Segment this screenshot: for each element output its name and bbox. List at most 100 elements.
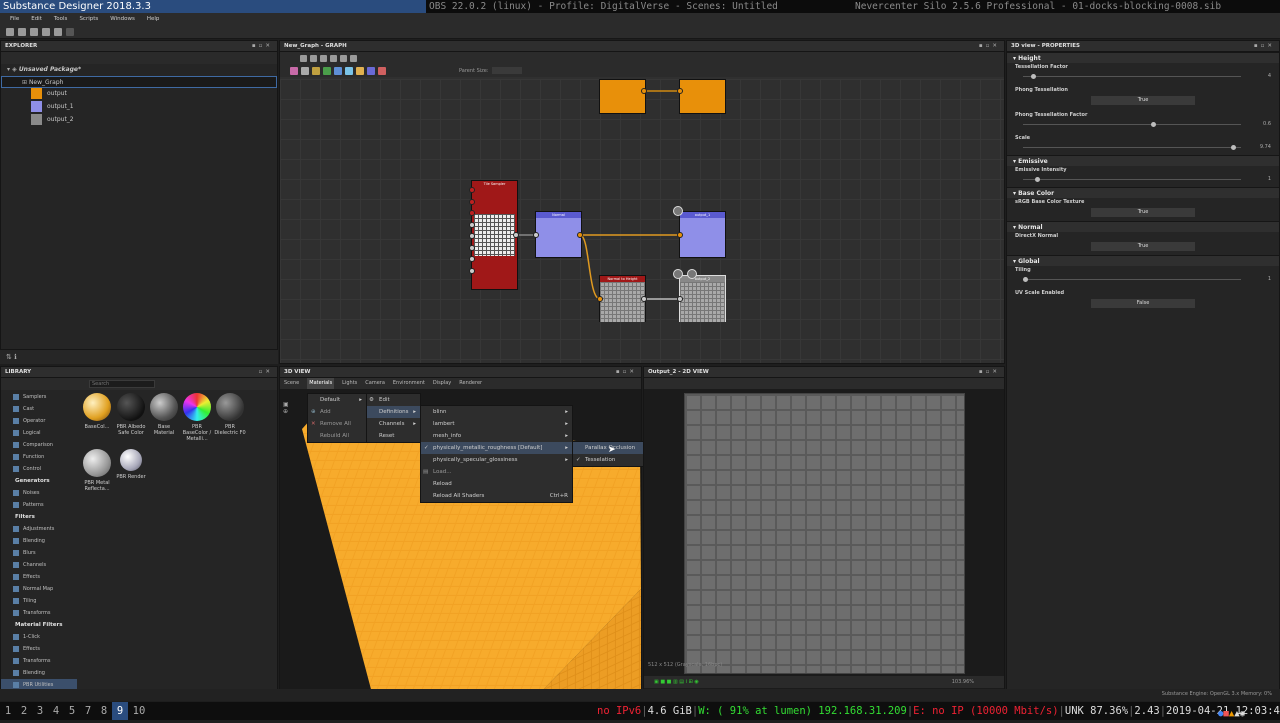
directx-value[interactable]: True: [1091, 242, 1195, 251]
workspace-7[interactable]: 7: [80, 702, 96, 720]
tab-camera[interactable]: Camera: [365, 378, 385, 389]
tray-icons[interactable]: ●■▲▲◉: [1218, 705, 1245, 723]
warp-node-icon[interactable]: [378, 66, 386, 75]
graph-row[interactable]: ⊞ New_Graph: [1, 76, 277, 88]
pin[interactable]: [469, 199, 475, 205]
menu-edit[interactable]: Edit: [31, 13, 42, 25]
frame-tool-icon[interactable]: [330, 54, 337, 62]
info-icon[interactable]: ℹ: [14, 353, 17, 361]
lib-category[interactable]: Normal Map: [1, 583, 77, 595]
srgb-value[interactable]: True: [1091, 208, 1195, 217]
material-item[interactable]: PBR BaseColor / Metalli...: [181, 393, 213, 442]
menu-reset[interactable]: Reset: [367, 430, 420, 442]
pan-tool-icon[interactable]: [310, 54, 317, 62]
menu-tesselation[interactable]: ✓ Tesselation: [573, 454, 649, 466]
menu-definitions[interactable]: Definitions ▸: [367, 406, 420, 418]
tab-renderer[interactable]: Renderer: [459, 378, 482, 389]
pin[interactable]: [469, 222, 475, 228]
pin[interactable]: [577, 232, 583, 238]
align-tool-icon[interactable]: [340, 54, 347, 62]
save-all-icon[interactable]: [42, 27, 50, 36]
material-item[interactable]: PBR Dielectric F0: [214, 393, 246, 436]
workspace-2[interactable]: 2: [16, 702, 32, 720]
menu-metallic-roughness[interactable]: ✓ physically_metallic_roughness [Default]…: [421, 442, 572, 454]
menu-scripts[interactable]: Scripts: [79, 13, 98, 25]
material-item[interactable]: BaseCol...: [81, 393, 113, 430]
menu-add[interactable]: ⊕ Add: [308, 406, 366, 418]
lib-category[interactable]: Effects: [1, 571, 77, 583]
lib-header-filters[interactable]: Filters: [1, 511, 77, 523]
graph-canvas[interactable]: Tile Sampler Normal output_1 Normal to H…: [280, 79, 1004, 363]
undo-icon[interactable]: [54, 27, 62, 36]
menu-windows[interactable]: Windows: [110, 13, 135, 25]
tab-lights[interactable]: Lights: [342, 378, 357, 389]
output-1-node[interactable]: output_1: [679, 211, 726, 258]
material-item[interactable]: PBR Albedo Safe Color: [115, 393, 147, 436]
gradient-node-icon[interactable]: [356, 66, 364, 75]
comment-tool-icon[interactable]: [350, 54, 357, 62]
workspace-8[interactable]: 8: [96, 702, 112, 720]
open-package-icon[interactable]: [18, 27, 26, 36]
texture-preview[interactable]: [684, 393, 965, 674]
menu-channels[interactable]: Channels ▸: [367, 418, 420, 430]
orange-output-node[interactable]: [599, 79, 646, 114]
pin[interactable]: [597, 296, 603, 302]
tab-materials[interactable]: Materials: [307, 378, 335, 389]
lib-header-generators[interactable]: Generators: [1, 475, 77, 487]
menu-lambert[interactable]: lambert ▸: [421, 418, 572, 430]
section-normal[interactable]: ▾ Normal: [1007, 221, 1279, 232]
lib-category[interactable]: Control: [1, 463, 77, 475]
menu-specular-glossiness[interactable]: physically_specular_glossiness ▸: [421, 454, 572, 466]
lib-category[interactable]: Logical: [1, 427, 77, 439]
blend-node-icon[interactable]: [312, 66, 320, 75]
properties-controls[interactable]: ▪▫✕: [1254, 41, 1275, 52]
pin[interactable]: [469, 268, 475, 274]
tessellation-factor-slider[interactable]: 4: [1015, 72, 1271, 82]
menu-file[interactable]: File: [10, 13, 19, 25]
tile-sampler-node[interactable]: Tile Sampler: [471, 180, 518, 290]
output-row-0[interactable]: output: [1, 88, 277, 101]
pin[interactable]: [677, 88, 683, 94]
levels-node-icon[interactable]: [323, 66, 331, 75]
workspace-4[interactable]: 4: [48, 702, 64, 720]
menu-help[interactable]: Help: [147, 13, 160, 25]
tab-display[interactable]: Display: [433, 378, 451, 389]
output-row-2[interactable]: output_2: [1, 114, 277, 127]
view3d-controls[interactable]: ▪▫✕: [616, 367, 637, 378]
emissive-intensity-slider[interactable]: 1: [1015, 175, 1271, 185]
menu-reload[interactable]: Reload: [421, 478, 572, 490]
workspace-1[interactable]: 1: [0, 702, 16, 720]
workspace-9[interactable]: 9: [112, 702, 128, 720]
pin[interactable]: [533, 232, 539, 238]
section-global[interactable]: ▾ Global: [1007, 255, 1279, 266]
lib-category[interactable]: Transforms: [1, 607, 77, 619]
save-icon[interactable]: [30, 27, 38, 36]
uniform-node-icon[interactable]: [367, 66, 375, 75]
output-row-1[interactable]: output_1: [1, 101, 277, 114]
material-item[interactable]: Base Material: [148, 393, 180, 436]
pin[interactable]: [641, 88, 647, 94]
menu-reload-all[interactable]: Reload All Shaders Ctrl+R: [421, 490, 572, 502]
phong-factor-slider[interactable]: 0.6: [1015, 120, 1271, 130]
pin[interactable]: [513, 232, 519, 238]
lib-category[interactable]: Patterns: [1, 499, 77, 511]
pin[interactable]: [469, 210, 475, 216]
uv-scale-value[interactable]: False: [1091, 299, 1195, 308]
workspace-10[interactable]: 10: [128, 702, 150, 720]
library-controls[interactable]: ▫✕: [259, 367, 273, 378]
pin[interactable]: [641, 296, 647, 302]
tab-environment[interactable]: Environment: [393, 378, 425, 389]
menu-remove-all[interactable]: ✕ Remove All: [308, 418, 366, 430]
scale-slider[interactable]: 9.74: [1015, 143, 1271, 153]
pin[interactable]: [469, 233, 475, 239]
lib-category[interactable]: Tiling: [1, 595, 77, 607]
select-tool-icon[interactable]: [300, 54, 307, 62]
lib-category[interactable]: Channels: [1, 559, 77, 571]
lib-category[interactable]: Effects: [1, 643, 77, 655]
lib-header-material-filters[interactable]: Material Filters: [1, 619, 77, 631]
bitmap-node-icon[interactable]: [301, 66, 309, 75]
channel-icons[interactable]: ▣ ■ ■ ▥ ▤ ⅰ ⊞ ◉: [654, 679, 699, 685]
lib-category[interactable]: Noises: [1, 487, 77, 499]
phong-value[interactable]: True: [1091, 96, 1195, 105]
pin[interactable]: [677, 232, 683, 238]
